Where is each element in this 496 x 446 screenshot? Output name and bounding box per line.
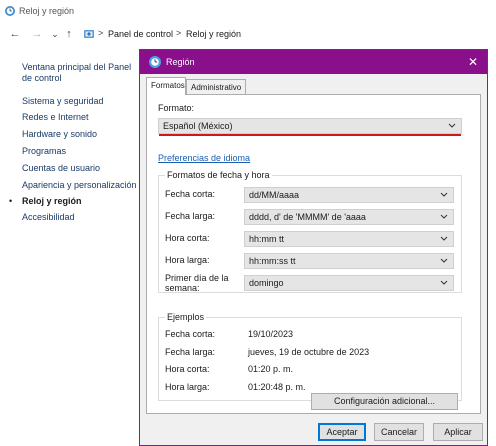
address-bar: ← → ⌄ ↑ > Panel de control > Reloj y reg… [0, 24, 496, 46]
chevron-down-icon [440, 280, 448, 285]
sidebar-home-link[interactable]: Ventana principal del Panel de control [22, 62, 142, 84]
breadcrumb-clock-region[interactable]: Reloj y región [186, 29, 241, 39]
chevron-down-icon [440, 214, 448, 219]
format-select-value: Español (México) [163, 121, 233, 131]
history-chevron-icon[interactable]: ⌄ [48, 27, 62, 41]
tab-formatos[interactable]: Formatos [146, 77, 186, 95]
short-date-select[interactable]: dd/MM/aaaa [244, 187, 454, 203]
sidebar-item-programs[interactable]: Programas [22, 146, 66, 156]
sidebar-item-user-accounts[interactable]: Cuentas de usuario [22, 163, 100, 173]
sidebar-item-accessibility[interactable]: Accesibilidad [22, 212, 75, 222]
dialog-titlebar[interactable]: Región ✕ [140, 50, 487, 74]
clock-globe-icon [5, 6, 15, 16]
long-time-label: Hora larga: [165, 255, 210, 265]
format-label: Formato: [158, 103, 195, 113]
long-date-label: Fecha larga: [165, 211, 216, 221]
control-panel-titlebar: Reloj y región [0, 0, 496, 22]
apply-button[interactable]: Aplicar [433, 423, 483, 441]
arrow-up-icon[interactable]: ↑ [62, 27, 76, 41]
short-date-label: Fecha corta: [165, 189, 216, 199]
short-date-value: dd/MM/aaaa [249, 190, 300, 200]
short-time-value: hh:mm tt [249, 234, 285, 244]
sidebar-item-clock-region[interactable]: Reloj y región [22, 196, 82, 206]
sidebar-item-system-security[interactable]: Sistema y seguridad [22, 96, 104, 106]
example-long-date-value: jueves, 19 de octubre de 2023 [248, 347, 370, 357]
clock-globe-icon [149, 56, 161, 68]
short-time-label: Hora corta: [165, 233, 210, 243]
dialog-title: Región [166, 57, 195, 67]
sidebar-item-appearance[interactable]: Apariencia y personalización [22, 180, 137, 190]
example-short-date-label: Fecha corta: [165, 329, 216, 339]
long-time-value: hh:mm:ss tt [249, 256, 296, 266]
example-long-date-label: Fecha larga: [165, 347, 216, 357]
long-date-select[interactable]: dddd, d' de 'MMMM' de 'aaaa [244, 209, 454, 225]
additional-settings-button[interactable]: Configuración adicional... [311, 393, 458, 410]
sidebar-item-network[interactable]: Redes e Internet [22, 112, 89, 122]
first-day-value: domingo [249, 278, 284, 288]
arrow-left-icon[interactable]: ← [8, 27, 22, 41]
tab-administrativo[interactable]: Administrativo [186, 79, 246, 95]
focus-underline [159, 134, 461, 136]
examples-group: Ejemplos Fecha corta: 19/10/2023 Fecha l… [158, 312, 462, 401]
breadcrumb-control-panel[interactable]: Panel de control [108, 29, 173, 39]
formats-panel: Formato: Español (México) Preferencias d… [146, 94, 481, 414]
window-title: Reloj y región [19, 6, 75, 16]
example-long-time-value: 01:20:48 p. m. [248, 382, 306, 392]
example-long-time-label: Hora larga: [165, 382, 210, 392]
example-short-date-value: 19/10/2023 [248, 329, 294, 339]
short-time-select[interactable]: hh:mm tt [244, 231, 454, 247]
date-time-formats-group: Formatos de fecha y hora Fecha corta: dd… [158, 170, 462, 293]
cancel-button[interactable]: Cancelar [374, 423, 424, 441]
long-time-select[interactable]: hh:mm:ss tt [244, 253, 454, 269]
first-day-label: Primer día de la semana: [165, 273, 229, 293]
breadcrumb-separator: > [98, 28, 104, 38]
format-select[interactable]: Español (México) [158, 118, 462, 136]
chevron-down-icon [440, 258, 448, 263]
date-time-formats-title: Formatos de fecha y hora [165, 170, 272, 180]
example-short-time-value: 01:20 p. m. [248, 364, 294, 374]
language-preferences-link[interactable]: Preferencias de idioma [158, 153, 250, 163]
active-bullet: • [9, 196, 13, 206]
close-icon[interactable]: ✕ [465, 54, 481, 70]
arrow-right-icon[interactable]: → [30, 27, 44, 41]
control-panel-icon [84, 30, 94, 38]
region-dialog: Región ✕ Formatos Administrativo Formato… [139, 49, 488, 446]
example-short-time-label: Hora corta: [165, 364, 210, 374]
breadcrumb-separator: > [176, 28, 182, 38]
sidebar-item-hardware-sound[interactable]: Hardware y sonido [22, 129, 97, 139]
chevron-down-icon [440, 192, 448, 197]
chevron-down-icon [440, 236, 448, 241]
chevron-down-icon [448, 123, 456, 128]
examples-title: Ejemplos [165, 312, 207, 322]
long-date-value: dddd, d' de 'MMMM' de 'aaaa [249, 212, 366, 222]
accept-button[interactable]: Aceptar [318, 423, 366, 441]
first-day-select[interactable]: domingo [244, 275, 454, 291]
